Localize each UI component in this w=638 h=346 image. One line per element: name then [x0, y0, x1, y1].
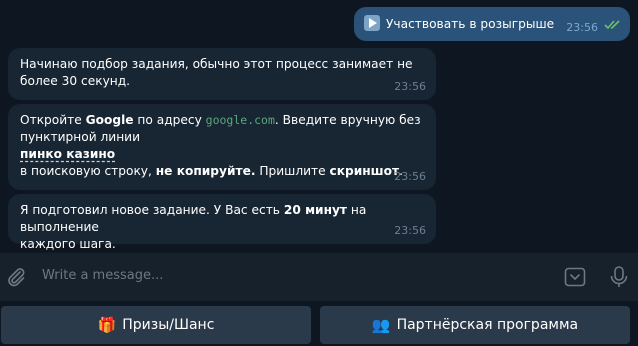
message-line: в поисковую строку, не копируйте. Пришли…: [20, 163, 424, 180]
search-query-text: пинко казино: [20, 147, 116, 161]
message-time: 23:56: [394, 80, 426, 93]
button-label: Партнёрская программа: [396, 317, 579, 333]
bold-text: не копируйте.: [155, 164, 256, 178]
message-time: 23:56: [394, 224, 426, 237]
prizes-button[interactable]: 🎁 Призы/Шанс: [1, 306, 311, 344]
message-text: Пришлите: [255, 164, 330, 178]
play-button-icon: [364, 15, 380, 31]
message-text: в поисковую строку,: [20, 164, 156, 178]
message-line: Откройте Google по адресу google.com. Вв…: [20, 112, 424, 129]
button-label: Призы/Шанс: [122, 317, 215, 333]
message-line: Я подготовил новое задание. У Вас есть 2…: [20, 202, 424, 236]
bot-keyboard: 🎁 Призы/Шанс 👥 Партнёрская программа: [0, 301, 638, 346]
message-time: 23:56: [566, 21, 598, 34]
message-text: по адресу: [133, 113, 206, 127]
url-text[interactable]: google.com: [206, 113, 275, 127]
outgoing-message[interactable]: Участвовать в розыгрыше 23:56: [354, 7, 630, 41]
partner-program-button[interactable]: 👥 Партнёрская программа: [320, 306, 630, 344]
bold-text: 20 минут: [283, 203, 347, 217]
gift-icon: 🎁: [97, 316, 117, 334]
incoming-message[interactable]: Начинаю подбор задания, обычно этот проц…: [8, 48, 436, 100]
brand-name: Google: [85, 113, 134, 127]
message-line: более 30 секунд.: [20, 74, 131, 88]
message-line: пунктирной линии: [20, 130, 141, 144]
incoming-message[interactable]: Я подготовил новое задание. У Вас есть 2…: [8, 194, 436, 251]
message-text: . Введите вручную без: [274, 113, 421, 127]
message-text: Откройте: [20, 113, 86, 127]
microphone-icon[interactable]: [608, 265, 630, 293]
message-time: 23:56: [394, 170, 426, 183]
people-icon: 👥: [371, 316, 391, 334]
paperclip-icon[interactable]: [5, 266, 27, 292]
message-line: Начинаю подбор задания, обычно этот проц…: [20, 57, 413, 71]
message-line: пинко казино: [20, 146, 424, 163]
read-checkmarks-icon: [604, 18, 622, 35]
bold-text: скриншот: [329, 164, 400, 178]
outgoing-message-text: Участвовать в розыгрыше: [386, 17, 555, 31]
message-composer: Write a message...: [0, 252, 638, 301]
message-text: Я подготовил новое задание. У Вас есть: [20, 203, 284, 217]
message-input[interactable]: Write a message...: [42, 268, 163, 283]
chat-area: Участвовать в розыгрыше 23:56 Начинаю по…: [0, 0, 638, 252]
bot-keyboard-icon[interactable]: [564, 266, 586, 292]
incoming-message[interactable]: Откройте Google по адресу google.com. Вв…: [8, 104, 436, 190]
message-line: каждого шага.: [20, 237, 116, 251]
